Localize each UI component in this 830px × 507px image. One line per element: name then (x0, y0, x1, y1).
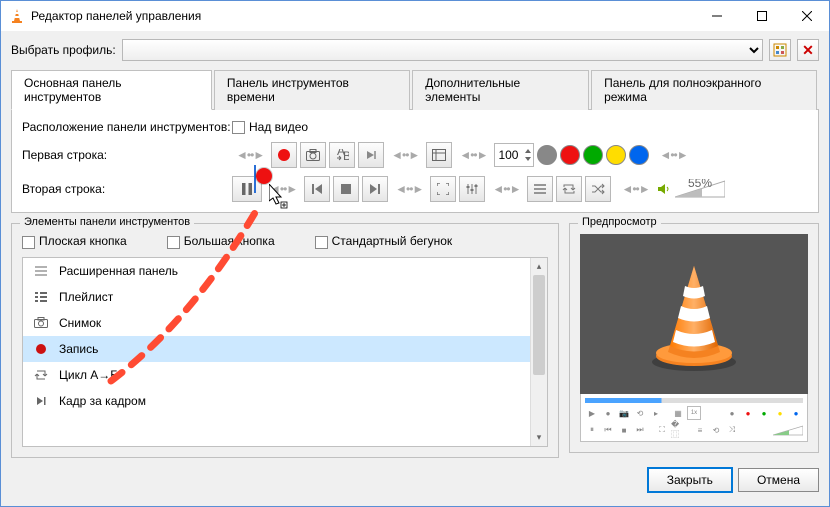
framestep-slot[interactable] (358, 142, 384, 168)
step-icon (33, 396, 49, 406)
shuffle-slot[interactable] (585, 176, 611, 202)
delete-profile-button[interactable]: ✕ (797, 39, 819, 61)
swatch-red[interactable] (560, 145, 580, 165)
profile-label: Выбрать профиль: (11, 43, 116, 57)
spacer-icon: ◄••► (265, 182, 301, 196)
cancel-button[interactable]: Отмена (738, 468, 819, 492)
repeat-slot[interactable] (556, 176, 582, 202)
row1-label: Первая строка: (22, 148, 232, 162)
profile-select[interactable] (122, 39, 763, 61)
placement-label: Расположение панели инструментов: (22, 120, 232, 134)
zoom-spin[interactable]: 100 (494, 143, 534, 167)
eq-slot[interactable] (459, 176, 485, 202)
tab-panel: Расположение панели инструментов: Над ви… (11, 109, 819, 213)
mini-icon: ▶ (585, 406, 599, 420)
titlebar: Редактор панелей управления (1, 1, 829, 31)
record-slot[interactable] (271, 142, 297, 168)
elements-group: Элементы панели инструментов Плоская кно… (11, 223, 559, 457)
list-item[interactable]: Снимок (23, 310, 547, 336)
preview-controls: ▶●📷⟲▸ ▦1x ●●●●● ⏸⏮■⏭ ⛶�⿲ ≡⟲⤨ (580, 394, 808, 442)
row2-toolbar[interactable]: ◄••► ◄••► ◄••► ◄••► 55% (232, 176, 725, 202)
snapshot-slot[interactable] (300, 142, 326, 168)
zoom-value: 100 (498, 148, 518, 162)
tab-bar: Основная панель инструментов Панель инст… (11, 69, 819, 110)
placement-checkbox-label: Над видео (249, 120, 308, 134)
loop-icon (33, 369, 49, 381)
close-button[interactable] (784, 1, 829, 31)
window-title: Редактор панелей управления (31, 9, 694, 23)
close-dialog-button[interactable]: Закрыть (648, 468, 732, 492)
speaker-icon (657, 182, 671, 196)
tab-extra[interactable]: Дополнительные элементы (412, 70, 589, 110)
cone-icon (634, 254, 754, 374)
loop-slot[interactable]: AB (329, 142, 355, 168)
tab-main[interactable]: Основная панель инструментов (11, 70, 212, 110)
drag-insertion-line (254, 165, 256, 193)
swatch-green[interactable] (583, 145, 603, 165)
spacer-icon: ◄••► (387, 148, 423, 162)
opt-slider[interactable]: Стандартный бегунок (315, 234, 453, 248)
tab-fullscreen[interactable]: Панель для полноэкранного режима (591, 70, 817, 110)
preview-pane (580, 234, 808, 394)
fullscreen-slot[interactable] (430, 176, 456, 202)
playlist2-slot[interactable] (527, 176, 553, 202)
play-pause-slot[interactable] (232, 176, 262, 202)
spacer-icon: ◄••► (232, 148, 268, 162)
list-item[interactable]: Кадр за кадром (23, 388, 547, 414)
next-slot[interactable] (362, 176, 388, 202)
new-profile-button[interactable] (769, 39, 791, 61)
opt-big[interactable]: Большая кнопка (167, 234, 275, 248)
spacer-icon: ◄••► (617, 182, 653, 196)
swatch-blue[interactable] (629, 145, 649, 165)
row2: Вторая строка: ◄••► ◄••► ◄••► ◄••► (22, 176, 808, 202)
preview-group: Предпросмотр (569, 223, 819, 453)
swatch-yellow[interactable] (606, 145, 626, 165)
profile-row: Выбрать профиль: ✕ (11, 39, 819, 61)
bars-icon (33, 266, 49, 276)
stop-slot[interactable] (333, 176, 359, 202)
elements-title: Элементы панели инструментов (20, 216, 194, 228)
preview-title: Предпросмотр (578, 216, 661, 228)
scrollbar[interactable]: ▴▾ (530, 258, 547, 446)
playlist-slot[interactable] (426, 142, 452, 168)
camera-icon (33, 317, 49, 328)
volume-label: 55% (688, 179, 712, 190)
window: Редактор панелей управления Выбрать проф… (0, 0, 830, 507)
spacer-icon: ◄••► (655, 148, 691, 162)
row2-label: Вторая строка: (22, 182, 232, 196)
record-icon (33, 344, 49, 354)
app-icon (9, 8, 25, 24)
footer: Закрыть Отмена (11, 468, 819, 492)
placement-row: Расположение панели инструментов: Над ви… (22, 120, 808, 134)
list-icon (33, 292, 49, 302)
spacer-icon: ◄••► (455, 148, 491, 162)
row1: Первая строка: ◄••► AB ◄••► ◄••► 100 (22, 142, 808, 168)
minimize-button[interactable] (694, 1, 739, 31)
tab-time[interactable]: Панель инструментов времени (214, 70, 410, 110)
mini-seekbar[interactable] (585, 398, 803, 403)
prev-slot[interactable] (304, 176, 330, 202)
list-item[interactable]: Запись (23, 336, 547, 362)
placement-checkbox[interactable]: Над видео (232, 120, 442, 134)
swatch-grey[interactable] (537, 145, 557, 165)
maximize-button[interactable] (739, 1, 784, 31)
list-item[interactable]: Плейлист (23, 284, 547, 310)
list-item[interactable]: Расширенная панель (23, 258, 547, 284)
spacer-icon: ◄••► (391, 182, 427, 196)
opt-flat[interactable]: Плоская кнопка (22, 234, 127, 248)
elements-list[interactable]: Расширенная панель Плейлист Снимок Запис… (22, 257, 548, 447)
row1-toolbar[interactable]: ◄••► AB ◄••► ◄••► 100 ◄••► (232, 142, 692, 168)
list-item[interactable]: Цикл A→Б (23, 362, 547, 388)
volume-widget[interactable]: 55% (657, 179, 725, 199)
svg-text:B: B (343, 149, 349, 161)
spacer-icon: ◄••► (488, 182, 524, 196)
